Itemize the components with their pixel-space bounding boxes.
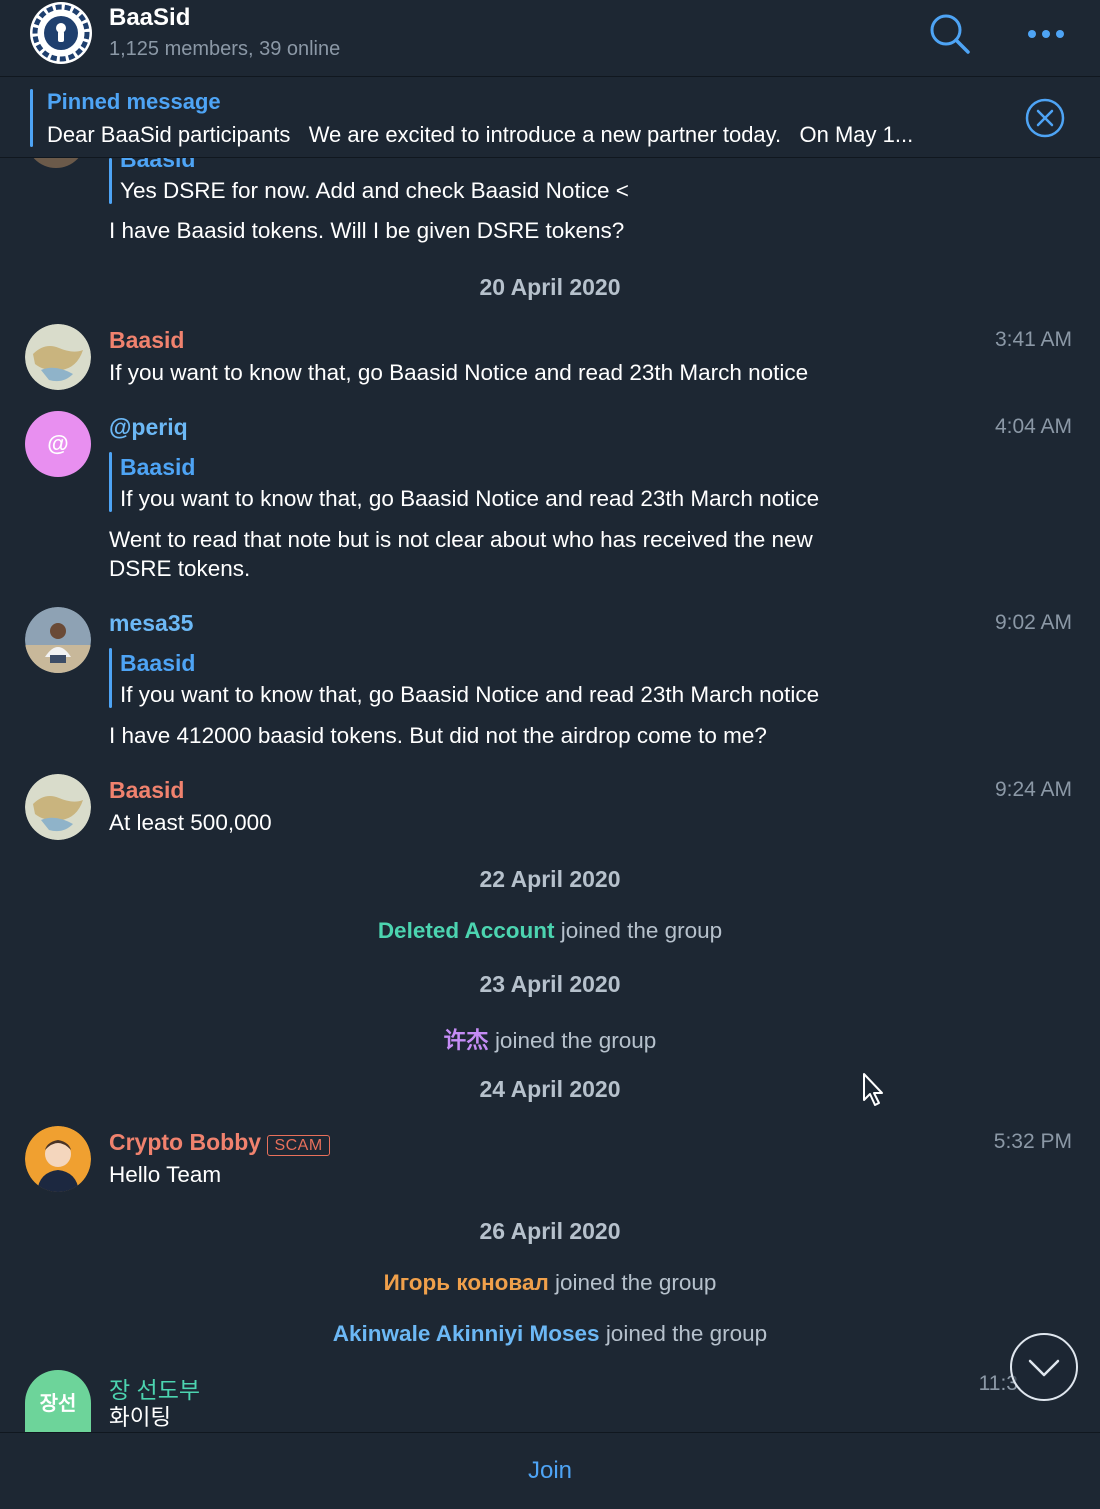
date-separator: 24 April 2020	[479, 1076, 621, 1102]
service-text: joined the group	[555, 1270, 717, 1295]
more-dots-icon[interactable]	[1024, 20, 1068, 48]
date-separator: 23 April 2020	[479, 971, 621, 997]
chat-header: BaaSid 1,125 members, 39 online	[0, 0, 1100, 77]
message-time: 9:24 AM	[994, 778, 1072, 801]
date-separator: 22 April 2020	[479, 866, 621, 892]
service-text: joined the group	[605, 1321, 768, 1346]
message-sender[interactable]: Baasid	[109, 327, 184, 354]
message-time: 5:32 PM	[993, 1130, 1072, 1153]
service-text: joined the group	[560, 918, 723, 943]
date-separator: 20 April 2020	[479, 274, 621, 300]
reply-sender[interactable]: Baasid	[120, 454, 195, 481]
message-text: Hello Team	[109, 1162, 222, 1187]
message-text: At least 500,000	[109, 810, 272, 835]
message-time: 4:04 AM	[994, 415, 1072, 438]
bottom-bar: Join	[0, 1432, 1100, 1509]
reply-text[interactable]: Yes DSRE for now. Add and check Baasid N…	[120, 178, 629, 204]
avatar[interactable]	[25, 607, 91, 673]
message-time: 9:02 AM	[994, 611, 1072, 634]
pinned-accent-bar	[30, 89, 33, 147]
message-text: 화이팅	[109, 1405, 172, 1430]
group-title[interactable]: BaaSid	[109, 4, 190, 32]
message-text: Went to read that note but is not clear …	[109, 527, 813, 552]
service-text: joined the group	[494, 1028, 657, 1053]
reply-bar	[109, 158, 112, 204]
service-user[interactable]: Игорь коновал	[384, 1270, 549, 1295]
avatar[interactable]	[25, 324, 91, 390]
reply-text[interactable]: If you want to know that, go Baasid Noti…	[120, 486, 819, 512]
service-message: 许杰 joined the group	[0, 1023, 1100, 1055]
message-text: DSRE tokens.	[109, 556, 251, 581]
service-user[interactable]: 许杰	[444, 1028, 489, 1053]
reply-bar	[109, 648, 112, 708]
scam-badge: SCAM	[267, 1135, 330, 1156]
message-sender[interactable]: 장 선도부	[109, 1371, 200, 1405]
service-message: Deleted Account joined the group	[0, 918, 1100, 944]
avatar[interactable]: @	[25, 411, 91, 477]
message-sender[interactable]: @periq	[109, 414, 188, 441]
message-text: I have 412000 baasid tokens. But did not…	[109, 723, 767, 748]
chevron-down-icon	[1028, 1359, 1060, 1377]
message-sender[interactable]: Baasid	[109, 777, 184, 804]
close-circle-icon[interactable]	[1024, 97, 1066, 139]
reply-text[interactable]: If you want to know that, go Baasid Noti…	[120, 682, 819, 708]
scroll-down-button[interactable]	[1010, 1333, 1078, 1401]
message-text: I have Baasid tokens. Will I be given DS…	[109, 218, 625, 243]
sender-name[interactable]: Crypto Bobby	[109, 1129, 261, 1155]
group-members-status: 1,125 members, 39 online	[109, 38, 341, 60]
message-sender[interactable]: mesa35	[109, 610, 193, 637]
avatar[interactable]: 장선	[25, 1370, 91, 1432]
message-time: 3:41 AM	[994, 328, 1072, 351]
join-button[interactable]: Join	[0, 1457, 1100, 1485]
reply-bar	[109, 452, 112, 512]
date-separator: 26 April 2020	[479, 1218, 621, 1244]
pinned-message[interactable]: Pinned message Dear BaaSid participants …	[0, 77, 1100, 158]
message-time: 11:3	[978, 1372, 1018, 1395]
avatar[interactable]	[25, 1126, 91, 1192]
service-message: Игорь коновал joined the group	[0, 1270, 1100, 1296]
group-avatar[interactable]	[30, 2, 92, 64]
message-sender[interactable]: Crypto Bobby SCAM	[109, 1129, 330, 1156]
pinned-title: Pinned message	[47, 89, 221, 114]
service-user[interactable]: Deleted Account	[378, 918, 555, 943]
message-text: If you want to know that, go Baasid Noti…	[109, 360, 809, 385]
reply-sender[interactable]: Baasid	[120, 650, 195, 677]
mouse-cursor-icon	[862, 1072, 886, 1113]
service-message: Akinwale Akinniyi Moses joined the group	[0, 1321, 1100, 1347]
search-icon[interactable]	[928, 12, 972, 56]
pinned-text: Dear BaaSid participants We are excited …	[47, 122, 914, 147]
service-user[interactable]: Akinwale Akinniyi Moses	[333, 1321, 600, 1346]
avatar[interactable]	[25, 774, 91, 840]
